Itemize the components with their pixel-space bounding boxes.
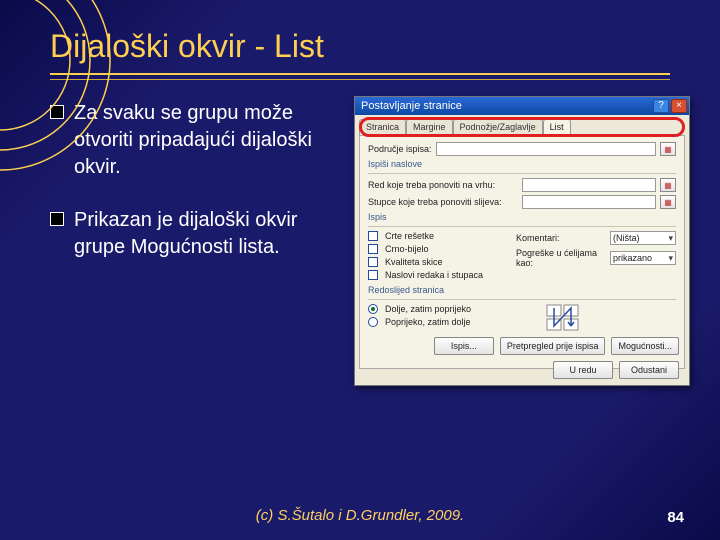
bullet-icon: [50, 212, 64, 226]
label-podrucje: Područje ispisa:: [368, 144, 432, 154]
input-red-vrh[interactable]: [522, 178, 656, 192]
selector-icon[interactable]: ▦: [660, 195, 676, 209]
checkbox-crte[interactable]: [368, 231, 378, 241]
page-number: 84: [667, 509, 684, 526]
button-pretpregled[interactable]: Pretpregled prije ispisa: [500, 337, 606, 355]
checkbox-kvaliteta[interactable]: [368, 257, 378, 267]
bullet-list: Za svaku se grupu može otvoriti pripadaj…: [50, 100, 330, 287]
label-pogreske: Pogreške u ćelijama kao:: [516, 248, 606, 268]
bullet-icon: [50, 105, 64, 119]
slide-title: Dijaloški okvir - List: [50, 28, 670, 65]
radio-dolje[interactable]: [368, 304, 378, 314]
label-crte: Crte rešetke: [385, 231, 434, 241]
label-poprijeko: Poprijeko, zatim dolje: [385, 317, 471, 327]
title-rule: [50, 73, 670, 75]
dropdown-pogreske[interactable]: prikazano: [610, 251, 676, 265]
help-button[interactable]: ?: [653, 99, 669, 113]
slide-footer: (c) S.Šutalo i D.Grundler, 2009.: [256, 507, 464, 524]
selector-icon[interactable]: ▦: [660, 178, 676, 192]
radio-poprijeko[interactable]: [368, 317, 378, 327]
section-ispis: Ispis: [368, 212, 676, 222]
bullet-text: Za svaku se grupu može otvoriti pripadaj…: [74, 100, 330, 181]
input-podrucje[interactable]: [436, 142, 656, 156]
selector-icon[interactable]: ▦: [660, 142, 676, 156]
checkbox-naslovi[interactable]: [368, 270, 378, 280]
label-kvaliteta: Kvaliteta skice: [385, 257, 443, 267]
bullet-item: Prikazan je dijaloški okvir grupe Mogućn…: [50, 207, 330, 261]
button-mogucnosti[interactable]: Mogućnosti...: [611, 337, 679, 355]
button-ok[interactable]: U redu: [553, 361, 613, 379]
close-button[interactable]: ×: [671, 99, 687, 113]
bullet-item: Za svaku se grupu može otvoriti pripadaj…: [50, 100, 330, 181]
label-stupci: Stupce koje treba ponoviti slijeva:: [368, 197, 518, 207]
divider: [368, 173, 676, 174]
title-rule-2: [50, 79, 670, 80]
dialog-panel: Područje ispisa: ▦ Ispiši naslove Red ko…: [359, 135, 685, 369]
label-red-vrh: Red koje treba ponoviti na vrhu:: [368, 180, 518, 190]
section-ispis-naslova: Ispiši naslove: [368, 159, 676, 169]
bullet-text: Prikazan je dijaloški okvir grupe Mogućn…: [74, 207, 330, 261]
page-setup-dialog: Postavljanje stranice ? × Stranica Margi…: [354, 96, 690, 386]
label-komentari: Komentari:: [516, 233, 606, 243]
label-dolje: Dolje, zatim poprijeko: [385, 304, 471, 314]
highlight-ring: [359, 117, 685, 137]
checkbox-crnobijelo[interactable]: [368, 244, 378, 254]
divider: [368, 226, 676, 227]
section-redoslijed: Redoslijed stranica: [368, 285, 676, 295]
label-crnobijelo: Crno-bijelo: [385, 244, 429, 254]
dialog-title-text: Postavljanje stranice: [361, 100, 462, 112]
button-cancel[interactable]: Odustani: [619, 361, 679, 379]
dialog-titlebar: Postavljanje stranice ? ×: [355, 97, 689, 115]
dropdown-komentari[interactable]: (Ništa): [610, 231, 676, 245]
label-naslovi: Naslovi redaka i stupaca: [385, 270, 483, 280]
page-order-icon: [546, 304, 580, 334]
input-stupci[interactable]: [522, 195, 656, 209]
button-ispis[interactable]: Ispis...: [434, 337, 494, 355]
divider: [368, 299, 676, 300]
